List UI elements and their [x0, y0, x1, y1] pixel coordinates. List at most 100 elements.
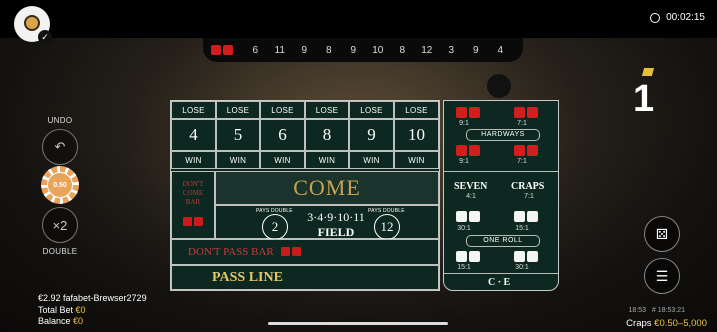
place-6[interactable]: 6 [260, 119, 305, 151]
balance-line: €2.92 fafabet-Brewser2729 [38, 293, 147, 303]
win-4[interactable]: WIN [171, 151, 216, 169]
table-limits: Craps €0.50–5,000 [626, 318, 707, 329]
win-5[interactable]: WIN [216, 151, 260, 169]
field-12: 12 [374, 214, 400, 240]
undo-icon: ↶ [54, 139, 66, 154]
chevron-down-icon: ✓ [38, 30, 52, 44]
hard-odds[interactable]: 9:1 [449, 158, 479, 165]
lose-9[interactable]: LOSE [349, 101, 394, 119]
dont-pass-label: DON'T PASS BAR [188, 246, 274, 258]
hard-odds[interactable]: 7:1 [507, 120, 537, 127]
point-indicator: 1 [633, 78, 655, 120]
undo-button[interactable]: ↶ [42, 129, 78, 165]
dont-come-label: DON'T COME BAR [182, 179, 204, 206]
dont-pass-bar[interactable]: DON'T PASS BAR [171, 239, 439, 265]
proposition-bets: 9:1 7:1 HARDWAYS 9:1 7:1 SEVEN 4:1 CRAPS… [443, 100, 559, 291]
avatar[interactable]: ✓ [14, 6, 52, 44]
double-control: ×2 DOUBLE [41, 203, 79, 256]
seven-odds: 4:1 [466, 193, 476, 200]
field-text-block: 3·4·9·10·11 FIELD [296, 210, 376, 240]
win-10[interactable]: WIN [394, 151, 439, 169]
white-die [514, 211, 525, 222]
hamburger-menu-icon: ☰ [655, 267, 669, 284]
menu-button[interactable]: ☰ [644, 258, 680, 294]
history-number: 12 [421, 44, 433, 56]
hardways-banner: HARDWAYS [466, 129, 540, 141]
hard-odds[interactable]: 9:1 [449, 120, 479, 127]
field-numbers: 3·4·9·10·11 [307, 210, 365, 224]
history-number: 8 [399, 44, 406, 56]
red-dice-icon [280, 243, 302, 261]
one-roll-banner: ONE ROLL [466, 235, 540, 247]
total-bet-value: €0 [75, 304, 86, 315]
balance-row: Balance €0 [38, 316, 147, 328]
dice-icon [211, 45, 233, 55]
round-info: 18:53 # 18:53:21 [629, 307, 685, 314]
white-die [527, 251, 538, 262]
red-dice-icon [182, 213, 204, 231]
horn-odds[interactable]: 15:1 [449, 264, 479, 271]
chip-selector[interactable]: 0.50 [41, 166, 79, 204]
white-die [527, 211, 538, 222]
limits-value: €0.50–5,000 [654, 318, 707, 329]
dice-view-button[interactable]: ⚄ [644, 216, 680, 252]
horn-odds[interactable]: 30:1 [449, 225, 479, 232]
hard-odds[interactable]: 7:1 [507, 158, 537, 165]
round-time: 18:53 [628, 307, 647, 314]
hard-die [456, 107, 467, 118]
horn-odds[interactable]: 30:1 [507, 264, 537, 271]
field-2: 2 [262, 214, 288, 240]
undo-control: UNDO ↶ [41, 116, 79, 169]
place-4[interactable]: 4 [171, 119, 216, 151]
lose-8[interactable]: LOSE [305, 101, 349, 119]
chip-stack-icon [24, 15, 40, 31]
total-bet-row: Total Bet €0 [38, 305, 147, 317]
horn-odds[interactable]: 15:1 [507, 225, 537, 232]
game-label: Craps [626, 318, 652, 329]
stopwatch-icon [650, 12, 661, 23]
win-6[interactable]: WIN [260, 151, 305, 169]
player-info: €2.92 fafabet-Brewser2729 Total Bet €0 B… [38, 293, 147, 328]
white-die [514, 251, 525, 262]
history-number: 9 [301, 44, 308, 56]
balance-value: €0 [73, 316, 84, 326]
come-area[interactable]: COME [215, 171, 439, 205]
hard-die [514, 107, 525, 118]
field-area[interactable]: PAYS DOUBLE 2 3·4·9·10·11 FIELD PAYS DOU… [215, 205, 439, 240]
dice-icon: ⚄ [655, 225, 669, 242]
lose-6[interactable]: LOSE [260, 101, 305, 119]
balance-label: Balance [38, 316, 71, 326]
seven-label[interactable]: SEVEN [454, 181, 487, 192]
lose-4[interactable]: LOSE [171, 101, 216, 119]
white-die [456, 251, 467, 262]
chip-icon[interactable]: 0.50 [41, 166, 79, 204]
craps-layout: LOSE LOSE LOSE LOSE LOSE LOSE 4 5 6 8 9 … [170, 100, 440, 291]
hard-die [527, 145, 538, 156]
place-9[interactable]: 9 [349, 119, 394, 151]
lose-5[interactable]: LOSE [216, 101, 260, 119]
place-8[interactable]: 8 [305, 119, 349, 151]
point-flag-icon [641, 68, 655, 76]
place-10[interactable]: 10 [394, 119, 439, 151]
dont-come-bar[interactable]: DON'T COME BAR [171, 171, 215, 239]
place-5[interactable]: 5 [216, 119, 260, 151]
session-timer: 00:02:15 [650, 12, 705, 23]
white-die [469, 211, 480, 222]
white-die [469, 251, 480, 262]
lose-10[interactable]: LOSE [394, 101, 439, 119]
roll-history: 6 11 9 8 9 10 8 12 3 9 4 [203, 38, 523, 62]
double-button[interactable]: ×2 [42, 207, 78, 243]
craps-label[interactable]: CRAPS [511, 181, 544, 192]
undo-label: UNDO [47, 116, 73, 125]
round-id: # 18:53:21 [651, 307, 685, 314]
home-indicator[interactable] [268, 322, 448, 325]
win-9[interactable]: WIN [349, 151, 394, 169]
ce-bet[interactable]: C · E [488, 277, 510, 288]
field-label: FIELD [317, 225, 355, 239]
history-number: 8 [325, 44, 332, 56]
divider [444, 171, 558, 172]
hard-die [514, 145, 525, 156]
win-8[interactable]: WIN [305, 151, 349, 169]
history-number: 6 [252, 44, 259, 56]
pass-line[interactable]: PASS LINE [171, 265, 439, 290]
